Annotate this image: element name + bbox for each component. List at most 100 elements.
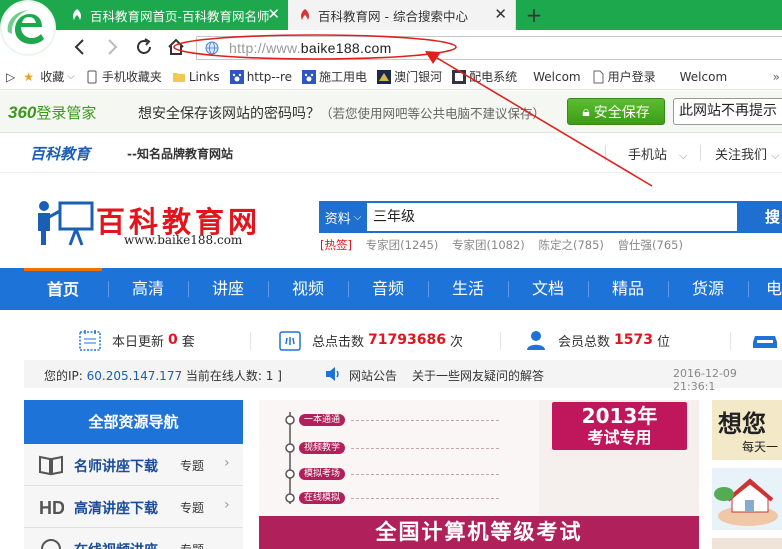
star-icon: ★	[23, 69, 34, 84]
promo-house-card[interactable]	[712, 468, 782, 530]
tab-close-icon[interactable]: ✕	[494, 6, 507, 22]
baike-favicon-icon	[73, 9, 81, 20]
chevron-down-icon: ⌵	[771, 149, 780, 162]
house-hands-icon	[714, 478, 778, 526]
nav-life[interactable]: 生活	[430, 268, 506, 310]
bookmark-label: 用户登录	[607, 70, 656, 84]
site-logo-url: www.baike188.com	[124, 233, 243, 247]
baike-favicon-icon	[301, 9, 309, 20]
notice-label: 网站公告	[349, 369, 398, 383]
forward-icon[interactable]	[102, 37, 122, 57]
hot-word-link[interactable]: 专家团(1245)	[366, 238, 439, 252]
tab-baike-home[interactable]: 百科教育网首页-百科教育网名师讲座 ✕	[60, 0, 288, 30]
nav-supply[interactable]: 货源	[670, 268, 746, 310]
bookmark-http-re[interactable]: http--re	[229, 69, 292, 84]
bookmark-welcome-2[interactable]: Welcom	[680, 70, 728, 84]
stat-total-clicks: 总点击数 71793686 次	[278, 328, 463, 352]
mobile-site-link[interactable]: 手机站 ⌵	[628, 144, 687, 163]
visitor-ip: 您的IP: 60.205.147.177 当前在线人数: 1 ]	[44, 367, 282, 384]
banner-dots	[351, 473, 499, 475]
online-count: 当前在线人数: 1 ]	[185, 369, 282, 383]
nav-more[interactable]: 电	[766, 268, 782, 310]
tab-close-icon[interactable]: ✕	[267, 6, 280, 22]
address-bar-row: http://www.baike188.com	[0, 30, 782, 64]
search-input[interactable]: 三年级	[367, 201, 739, 233]
home-icon[interactable]	[166, 37, 186, 57]
nav-hd[interactable]: 高清	[110, 268, 186, 310]
bookmark-links[interactable]: Links	[172, 70, 220, 84]
bookmark-construction[interactable]: 施工用电	[302, 68, 367, 85]
safe-save-button[interactable]: 🔒︎ 安全保存	[567, 98, 665, 125]
sidebar-item-lecture-download[interactable]: 名师讲座下载 专题 ›	[24, 444, 243, 486]
nav-divider	[748, 281, 749, 297]
notice-link[interactable]: 关于一些网友疑问的解答	[412, 367, 544, 384]
main-nav: 首页 高清 讲座 视频 音频 生活 文档 精品 货源 电	[0, 268, 782, 310]
calendar-icon	[79, 330, 101, 351]
user-icon	[527, 331, 545, 350]
follow-us-link[interactable]: 关注我们 ⌵	[715, 144, 779, 163]
bookmark-login[interactable]: 用户登录	[591, 68, 656, 85]
refresh-icon[interactable]	[134, 37, 154, 57]
banner-dots	[351, 419, 499, 421]
sidebar-item-tag: 专题	[180, 459, 205, 473]
sidebar-item-hd-download[interactable]: HD 高清讲座下载 专题 ›	[24, 486, 243, 528]
site-brand[interactable]: 百科教育	[30, 143, 90, 164]
sidebar-item-label: 名师讲座下载	[74, 459, 158, 475]
back-icon[interactable]	[70, 37, 90, 57]
promo-card[interactable]: 想您 每天一	[712, 400, 782, 460]
brand-number: 360	[8, 103, 37, 122]
new-tab-icon[interactable]: +	[524, 3, 544, 27]
never-prompt-button[interactable]: 此网站不再提示	[673, 98, 782, 125]
bookmark-welcome-1[interactable]: Welcom	[533, 70, 581, 84]
nav-lectures[interactable]: 讲座	[190, 268, 266, 310]
nav-docs[interactable]: 文档	[510, 268, 586, 310]
save-label: 安全保存	[593, 104, 650, 121]
password-prompt: 想安全保存该网站的密码吗？（若您使用网吧等公共电脑不建议保存）	[138, 103, 545, 123]
stat-label: 总点击数	[312, 334, 365, 350]
banner-dots	[351, 447, 499, 449]
badge-subtitle: 考试专用	[587, 428, 652, 447]
url-input[interactable]: http://www.baike188.com	[196, 36, 782, 60]
bookmark-label: 手机收藏夹	[101, 70, 162, 84]
nav-video[interactable]: 视频	[270, 268, 346, 310]
bookmarks-expand-icon[interactable]: ▷	[6, 70, 15, 84]
resource-nav: 全部资源导航 名师讲座下载 专题 › HD 高清讲座下载 专题 › 在线视频讲座…	[24, 400, 243, 549]
search-button[interactable]: 搜	[739, 201, 782, 233]
banner-tag-row: 一本通通	[299, 413, 499, 427]
bookmark-label: Welcom	[533, 69, 581, 84]
nav-divider	[428, 281, 429, 297]
storage-icon	[753, 336, 777, 348]
hot-word-link[interactable]: 曾仕强(765)	[618, 238, 683, 252]
ip-value: 60.205.147.177	[86, 369, 183, 383]
exam-banner[interactable]: 一本通通 视频教学 模拟考场 在线模拟 2013年 考试专用 全国计算机等级考试	[259, 400, 699, 549]
bookmark-mobile[interactable]: 手机收藏夹	[85, 68, 162, 85]
sidebar-item-label: 在线视频讲座	[74, 540, 158, 549]
hot-word-link[interactable]: 陈定之(785)	[538, 238, 603, 252]
stat-daily-update: 本日更新 0 套	[78, 328, 195, 352]
bookmarks-overflow-icon[interactable]: »	[773, 70, 780, 84]
nav-divider	[188, 281, 189, 297]
site-topbar: 百科教育 --知名品牌教育网站 手机站 ⌵ 关注我们 ⌵	[0, 133, 782, 173]
bookmark-favorites[interactable]: ★ 收藏 ⌵	[23, 68, 75, 85]
nav-home[interactable]: 首页	[24, 268, 102, 310]
banner-tag: 在线模拟	[299, 492, 346, 504]
promo-title: 想您	[718, 409, 766, 438]
promo-card[interactable]	[712, 538, 782, 549]
sidebar-item-online-video[interactable]: 在线视频讲座 专题	[24, 528, 243, 549]
nav-divider	[588, 281, 589, 297]
search-category-select[interactable]: 资料 ⌵	[319, 201, 367, 233]
browser-logo-icon[interactable]	[2, 2, 54, 54]
svg-text:HD: HD	[39, 498, 64, 518]
bookmark-macau[interactable]: 澳门银河	[377, 68, 442, 85]
hot-word-link[interactable]: 专家团(1082)	[452, 238, 525, 252]
nav-audio[interactable]: 音频	[350, 268, 426, 310]
tab-baike-search[interactable]: 百科教育网 - 综合搜索中心 ✕	[288, 0, 516, 30]
teacher-logo-icon[interactable]	[34, 199, 94, 247]
sidebar-item-label: 高清讲座下载	[74, 501, 158, 517]
tab-title: 百科教育网首页-百科教育网名师讲座	[90, 8, 270, 24]
nav-premium[interactable]: 精品	[590, 268, 666, 310]
nav-divider	[348, 281, 349, 297]
bookmark-power[interactable]: 配电系统	[452, 68, 517, 85]
banner-tag: 模拟考场	[299, 468, 346, 480]
password-note: （若您使用网吧等公共电脑不建议保存）	[320, 106, 546, 121]
